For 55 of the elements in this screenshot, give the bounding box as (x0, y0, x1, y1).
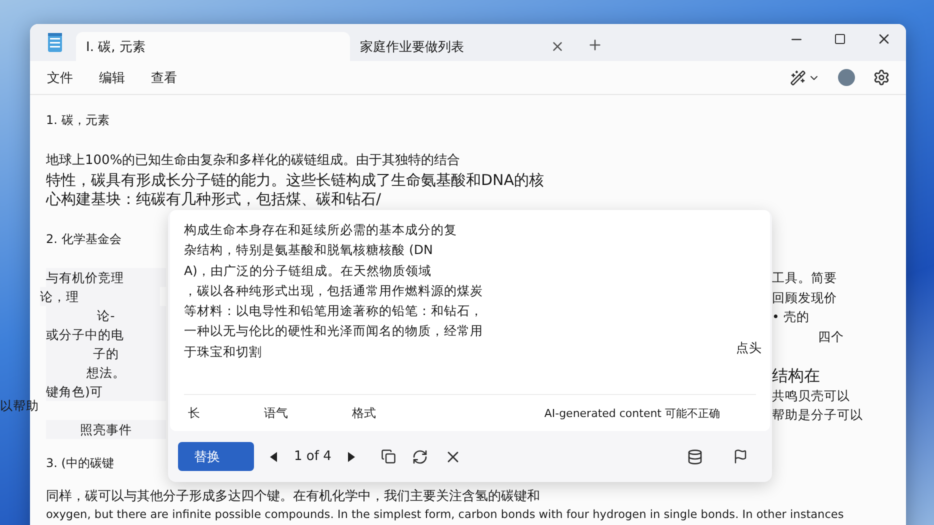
pager: 1 of 4 (294, 449, 332, 464)
copy-icon[interactable] (381, 449, 396, 464)
text-fragment: 四个 (817, 328, 845, 346)
tab[interactable]: I. 碳, 元素 (76, 32, 350, 61)
maximize-icon[interactable] (834, 33, 846, 45)
stack-icon[interactable] (687, 448, 703, 465)
text-fragment: 结构在 (772, 366, 821, 386)
option-button[interactable]: 格式 (348, 404, 380, 422)
text-fragment: 帮助是分子可以 (772, 406, 864, 424)
text-fragment: 子的 (46, 344, 166, 363)
magic-pen-icon[interactable] (790, 70, 806, 86)
text-fragment: 想法。 (46, 363, 166, 382)
flag-icon[interactable] (733, 449, 748, 464)
text-line: oxygen, but there are infinite possible compounds. In the simplest form, carbon bonds with four hydrogen in single bonds. In other instances (46, 507, 844, 523)
text-line: 一种以无与伦比的硬性和光泽而闻名的物质，经常用 (184, 322, 483, 340)
close-tab-button[interactable] (550, 39, 565, 54)
disclaimer: AI-generated content 可能不正确 (544, 406, 720, 421)
heading: 3. (中的碳键 (46, 455, 114, 472)
tab[interactable]: 家庭作业要做列表 (350, 32, 575, 61)
next-icon[interactable] (347, 452, 356, 462)
text-line: 于珠宝和切割 (184, 342, 262, 361)
text-fragment: 共鸣贝壳可以 (772, 386, 851, 404)
text-fragment: 照亮事件 (46, 420, 166, 439)
text-line: 构成生命本身存在和延续所必需的基本成分的复 (184, 221, 457, 239)
option-button[interactable]: 语气 (260, 404, 292, 422)
text-line: 同样，碳可以与其他分子形成多达四个键。在有机化学中，我们主要关注含氢的碳键和 (46, 488, 540, 506)
text-fragment: 工具。简要 (772, 269, 838, 287)
replace-button[interactable]: 替换 (178, 442, 254, 472)
heading: 2. 化学基金会 (46, 231, 122, 248)
option-button[interactable]: 长 (184, 404, 204, 422)
text-line: ，碳以各种纯形式出现，包括通常用作燃料源的煤炭 (184, 282, 483, 300)
text-fragment: 键角色)可 (46, 382, 166, 401)
text-fragment: 点头 (736, 340, 762, 357)
text-line: 杂结构，特别是氨基酸和脱氧核糖核酸 (DN (184, 241, 433, 260)
text-line: 心构建基块：纯碳有几种形式，包括煤、碳和钻石/ (46, 190, 382, 209)
text-line: 特性，碳具有形成长分子链的能力。这些长链构成了生命氨基酸和DNA的核 (46, 171, 546, 190)
text-fragment: • 壳的 (772, 308, 810, 326)
notepad-icon (46, 33, 64, 53)
settings-icon[interactable] (873, 69, 890, 86)
text-line: 等材料：以电导性和铅笔用途著称的铅笔：和钻石， (184, 302, 483, 320)
menu-item[interactable]: 文件 (38, 64, 82, 90)
text-line: 地球上100%的已知生命由复杂和多样化的碳链组成。由于其独特的结合 (46, 152, 462, 170)
new-tab-button[interactable] (587, 37, 603, 53)
previous-icon[interactable] (270, 452, 278, 462)
menu-item[interactable]: 查看 (142, 64, 186, 90)
text-fragment: 论- (46, 306, 166, 325)
text-fragment: 回顾发现价 (772, 288, 838, 306)
text-line: A)，由广泛的分子链组成。在天然物质领域 (184, 262, 432, 280)
text-fragment: 或分子中的电 (46, 325, 166, 344)
refresh-icon[interactable] (412, 448, 428, 465)
text-fragment: 与有机价竞理 (46, 268, 166, 287)
text-fragment: 论，理 (40, 287, 160, 306)
menu-item[interactable]: 编辑 (90, 64, 134, 90)
avatar[interactable] (838, 69, 855, 86)
heading: 1. 碳，元素 (46, 112, 110, 129)
